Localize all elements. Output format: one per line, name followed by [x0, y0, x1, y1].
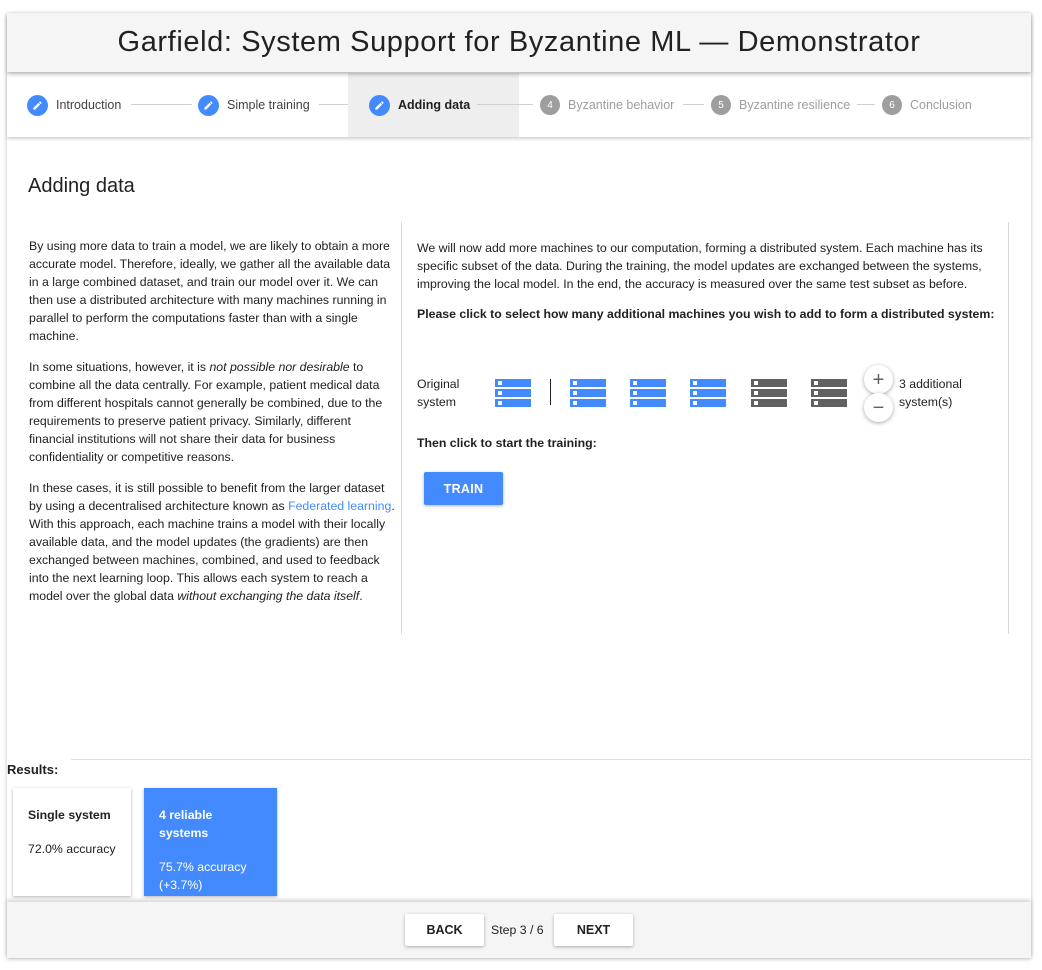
original-system-label: Original system	[417, 377, 460, 409]
result-card-single: Single system 72.0% accuracy	[13, 788, 131, 896]
column-divider	[401, 222, 402, 634]
step-number: 4	[540, 95, 560, 115]
emphasis: without exchanging the data itself	[177, 589, 360, 603]
app-title: Garfield: System Support for Byzantine M…	[117, 26, 921, 58]
text-span: .	[359, 589, 363, 603]
distributed-intro: We will now add more machines to our com…	[417, 241, 983, 291]
pencil-icon	[27, 94, 48, 116]
step-number: 6	[882, 95, 902, 115]
train-button[interactable]: TRAIN	[424, 472, 503, 505]
federated-paragraph: In these cases, it is still possible to …	[29, 479, 395, 605]
server-icon[interactable]	[495, 379, 531, 409]
server-icon[interactable]	[751, 379, 787, 409]
step-byzantine-resilience[interactable]: 5 Byzantine resilience	[711, 73, 850, 137]
left-column: By using more data to train a model, we …	[29, 237, 395, 618]
add-machine-button[interactable]: +	[864, 365, 893, 394]
train-prompt: Then click to start the training:	[417, 436, 597, 450]
privacy-paragraph: In some situations, however, it is not p…	[29, 358, 395, 466]
column-divider	[1008, 222, 1009, 634]
step-connector	[857, 104, 875, 105]
step-introduction[interactable]: Introduction	[27, 73, 121, 137]
result-value: 75.7% accuracy	[159, 860, 247, 874]
pencil-icon	[198, 94, 219, 116]
machine-selector: Original system + − 3 additional system(…	[417, 363, 999, 433]
app-frame: Garfield: System Support for Byzantine M…	[7, 13, 1031, 958]
text-span: . With this approach, each machine train…	[29, 499, 395, 603]
app-header: Garfield: System Support for Byzantine M…	[7, 13, 1031, 72]
separator-line	[550, 379, 551, 405]
page-title: Adding data	[28, 175, 135, 197]
additional-systems-label: 3 additional system(s)	[899, 377, 962, 409]
result-title: 4 reliable systems	[159, 808, 213, 840]
right-column: We will now add more machines to our com…	[417, 239, 999, 323]
step-label: Simple training	[227, 98, 310, 112]
result-delta: (+3.7%)	[159, 878, 203, 892]
step-number: 5	[711, 95, 731, 115]
step-connector	[477, 104, 533, 105]
results-label: Results:	[7, 762, 59, 777]
emphasis: not possible nor desirable	[209, 360, 350, 374]
step-byzantine-behavior[interactable]: 4 Byzantine behavior	[540, 73, 674, 137]
stepper: Introduction Simple training Adding data…	[7, 73, 1031, 137]
step-label: Introduction	[56, 98, 122, 112]
text-span: to combine all the data centrally. For e…	[29, 360, 383, 464]
result-title: Single system	[28, 808, 111, 822]
server-icon[interactable]	[811, 379, 847, 409]
step-label: Adding data	[398, 98, 471, 112]
next-button[interactable]: NEXT	[554, 914, 633, 946]
result-value: 72.0% accuracy	[28, 842, 116, 856]
step-simple-training[interactable]: Simple training	[198, 73, 310, 137]
results-divider	[71, 759, 1031, 760]
step-indicator: Step 3 / 6	[491, 923, 544, 937]
step-label: Byzantine resilience	[739, 98, 851, 112]
pencil-icon	[369, 94, 390, 116]
text-span: In some situations, however, it is	[29, 360, 210, 374]
server-icon[interactable]	[690, 379, 726, 409]
federated-learning-link[interactable]: Federated learning	[288, 499, 391, 513]
step-adding-data[interactable]: Adding data	[348, 73, 519, 137]
select-prompt: Please click to select how many addition…	[417, 307, 995, 321]
step-connector	[683, 104, 704, 105]
remove-machine-button[interactable]: −	[864, 393, 893, 422]
minus-icon: −	[872, 396, 885, 419]
step-conclusion[interactable]: 6 Conclusion	[882, 73, 972, 137]
server-icon[interactable]	[570, 379, 606, 409]
footer-nav: BACK Step 3 / 6 NEXT	[7, 902, 1031, 958]
intro-paragraph: By using more data to train a model, we …	[29, 239, 391, 343]
back-button[interactable]: BACK	[405, 914, 484, 946]
plus-icon: +	[872, 368, 885, 391]
step-label: Byzantine behavior	[568, 98, 675, 112]
step-label: Conclusion	[910, 98, 972, 112]
result-card-distributed: 4 reliable systems 75.7% accuracy (+3.7%…	[144, 788, 277, 896]
server-icon[interactable]	[630, 379, 666, 409]
step-connector	[131, 104, 192, 105]
